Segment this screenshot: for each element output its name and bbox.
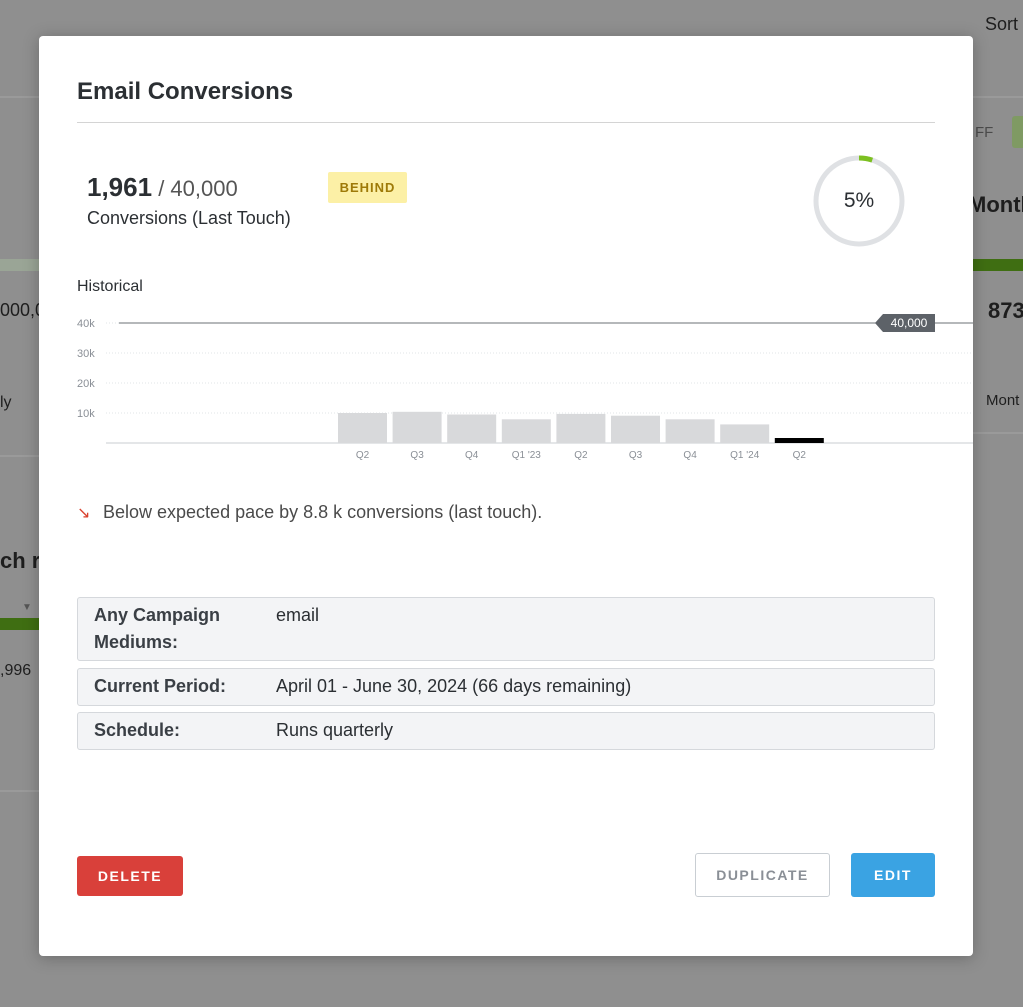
month-fragment-2: Mont — [986, 392, 1020, 409]
progress-percent: 5% — [843, 189, 875, 212]
chart-bar — [556, 413, 606, 443]
goal-detail-modal: Email Conversions 1,961 / 40,000 Convers… — [39, 36, 973, 956]
historical-label: Historical — [77, 278, 143, 295]
detail-value: Runs quarterly — [276, 720, 394, 740]
x-tick-label: Q2 — [574, 450, 588, 461]
delete-button[interactable]: DELETE — [77, 856, 183, 896]
x-tick-label: Q3 — [629, 450, 643, 461]
bg-progress-right — [973, 259, 1023, 271]
bg-header-strip — [0, 96, 39, 98]
bg-progress-left — [0, 259, 39, 271]
x-tick-label: Q4 — [465, 450, 479, 461]
detail-row-schedule: Schedule: Runs quarterly — [77, 712, 935, 750]
title-divider — [77, 122, 935, 123]
chart-bar — [501, 419, 551, 443]
x-tick-label: Q3 — [410, 450, 424, 461]
chart-bar — [392, 411, 442, 443]
detail-key: Current Period: — [94, 676, 227, 696]
x-tick-label: Q2 — [356, 450, 370, 461]
status-badge: BEHIND — [328, 172, 407, 203]
arrow-down-right-icon: ↘ — [77, 504, 91, 522]
detail-row-period: Current Period: April 01 - June 30, 2024… — [77, 668, 935, 706]
bg-header-strip-right — [973, 96, 1023, 98]
bg-card-bottom — [0, 790, 39, 792]
caret-fragment[interactable]: ▼ — [22, 602, 32, 613]
pace-message: ↘ Below expected pace by 8.8 k conversio… — [77, 502, 542, 523]
bg-card-divider-right — [973, 432, 1023, 434]
number-fragment-right: 873 — [988, 298, 1023, 323]
x-tick-label: Q4 — [683, 450, 697, 461]
toggle-fragment-box[interactable] — [1012, 116, 1023, 148]
bg-progress-left-2 — [0, 618, 39, 630]
chart-bar-current — [774, 438, 824, 443]
month-fragment: Month — [968, 192, 1023, 217]
number-fragment-left-2: ,996 — [0, 662, 32, 679]
target-value: 40,000 — [170, 176, 238, 201]
current-value: 1,961 — [87, 172, 153, 202]
toggle-fragment: FF — [975, 124, 994, 141]
ly-fragment: ly — [0, 394, 12, 411]
modal-title: Email Conversions — [77, 78, 294, 105]
goal-value: 1,961 / 40,000 — [87, 172, 238, 203]
chart-bar — [720, 424, 770, 443]
chart-bar — [338, 413, 387, 443]
detail-value: email — [276, 605, 320, 625]
edit-button[interactable]: EDIT — [851, 853, 935, 897]
value-separator: / — [152, 176, 171, 201]
y-tick-label: 40k — [77, 318, 95, 330]
metric-label: Conversions (Last Touch) — [87, 208, 291, 228]
detail-key: Schedule: — [94, 720, 181, 740]
chart-bar — [447, 414, 497, 443]
y-tick-label: 30k — [77, 348, 95, 360]
detail-value: April 01 - June 30, 2024 (66 days remain… — [276, 676, 632, 696]
chart-bar — [611, 415, 660, 443]
detail-row-mediums: Any Campaign Mediums: email — [77, 597, 935, 661]
y-tick-label: 10k — [77, 408, 95, 420]
sort-label[interactable]: Sort — [985, 14, 1018, 35]
duplicate-button[interactable]: DUPLICATE — [695, 853, 830, 897]
historical-chart: 40k 30k 20k 10k 40,000 Q2 Q3 Q4 Q1 '23 Q2 Q3 Q4 Q1 '… — [77, 314, 973, 461]
target-label: 40,000 — [891, 316, 928, 330]
detail-key: Any Campaign Mediums: — [94, 605, 221, 652]
chart-bar — [665, 419, 715, 443]
x-tick-label: Q1 '23 — [512, 450, 542, 461]
bg-card-divider — [0, 455, 39, 457]
pace-text: Below expected pace by 8.8 k conversions… — [103, 502, 543, 522]
x-tick-label: Q1 '24 — [730, 450, 760, 461]
y-tick-label: 20k — [77, 378, 95, 390]
x-tick-label: Q2 — [793, 450, 807, 461]
